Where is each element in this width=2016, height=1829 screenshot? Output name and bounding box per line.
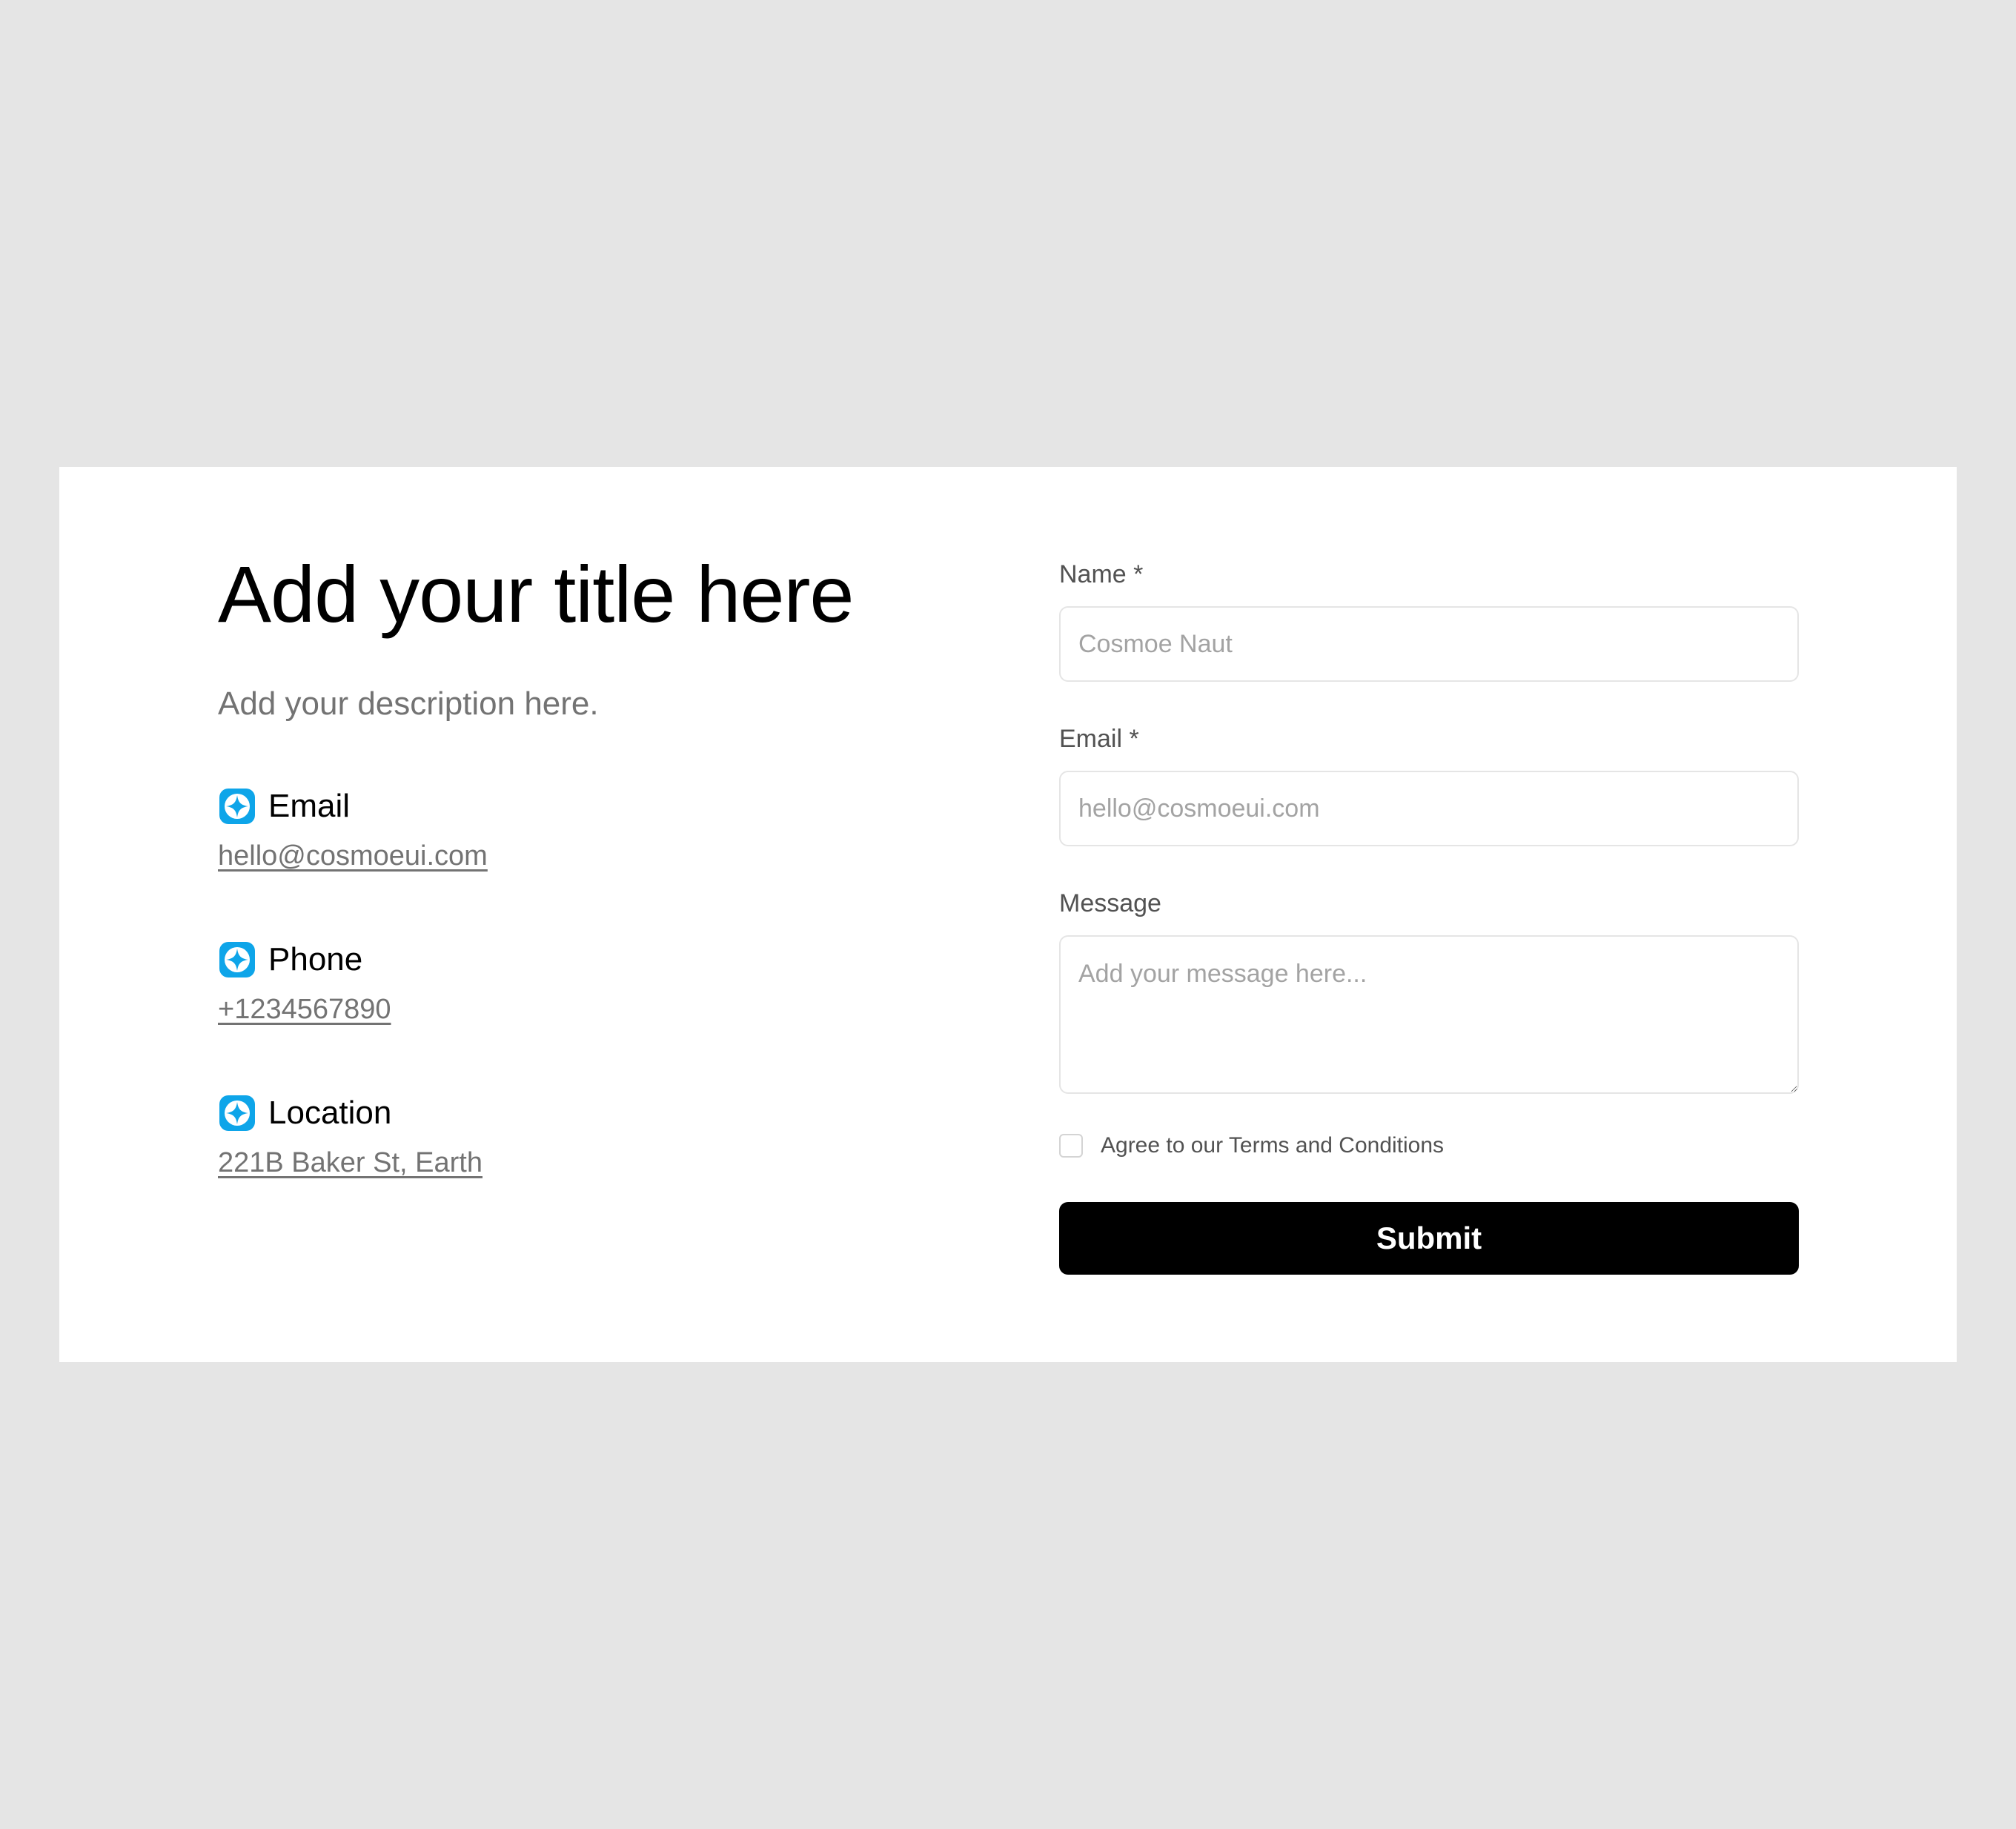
email-input[interactable]: [1059, 771, 1799, 846]
name-input[interactable]: [1059, 606, 1799, 682]
contact-card: Add your title here Add your description…: [59, 467, 1957, 1362]
page-description: Add your description here.: [218, 686, 599, 722]
terms-checkbox[interactable]: [1059, 1134, 1083, 1158]
contact-label-email: Email: [268, 788, 351, 824]
sparkle-icon: [218, 787, 256, 826]
email-label: Email *: [1059, 725, 1139, 753]
contact-item-email: Email hello@cosmoeui.com: [218, 786, 488, 870]
contact-label-phone: Phone: [268, 941, 363, 977]
message-textarea[interactable]: [1059, 935, 1799, 1094]
terms-row: Agree to our Terms and Conditions: [1059, 1134, 1444, 1158]
message-label: Message: [1059, 889, 1161, 917]
terms-label[interactable]: Agree to our Terms and Conditions: [1101, 1135, 1444, 1157]
contact-item-phone: Phone +1234567890: [218, 939, 391, 1023]
contact-item-location: Location 221B Baker St, Earth: [218, 1092, 483, 1177]
contact-label-location: Location: [268, 1095, 392, 1131]
submit-button[interactable]: Submit: [1059, 1202, 1799, 1275]
page-title: Add your title here: [218, 549, 854, 639]
email-link[interactable]: hello@cosmoeui.com: [218, 842, 488, 870]
sparkle-icon: [218, 940, 256, 979]
phone-link[interactable]: +1234567890: [218, 995, 391, 1023]
name-label: Name *: [1059, 560, 1144, 588]
sparkle-icon: [218, 1094, 256, 1132]
location-link[interactable]: 221B Baker St, Earth: [218, 1149, 483, 1177]
